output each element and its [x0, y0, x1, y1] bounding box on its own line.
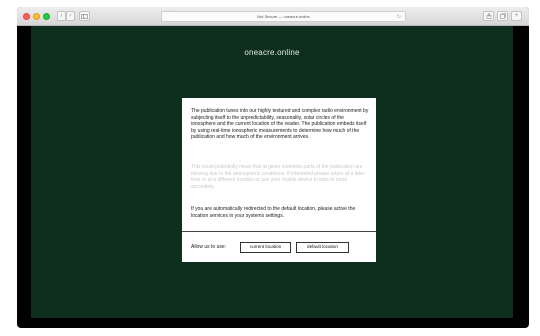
tabs-icon — [499, 13, 506, 19]
forward-button[interactable]: › — [66, 11, 75, 21]
divider — [182, 231, 376, 232]
tabs-overview-button[interactable] — [497, 11, 508, 21]
chevron-left-icon: ‹ — [60, 13, 63, 19]
browser-window: ‹ › ◐ Not Secure — oneacre.online ↻ + on… — [17, 7, 529, 328]
plus-icon: + — [514, 13, 519, 19]
site-title: oneacre.online — [244, 48, 300, 57]
sidebar-icon — [81, 13, 88, 19]
minimize-window-button[interactable] — [33, 13, 40, 20]
share-button[interactable] — [483, 11, 494, 21]
default-location-button[interactable]: default location — [296, 242, 349, 253]
address-text: Not Secure — oneacre.online — [257, 14, 310, 19]
share-icon — [486, 13, 491, 19]
new-tab-button[interactable]: + — [511, 11, 522, 21]
web-page: oneacre.online The publication tunes int… — [31, 26, 513, 318]
location-dialog: The publication tunes into our highly te… — [182, 98, 376, 262]
back-button[interactable]: ‹ — [57, 11, 66, 21]
conditions-paragraph: This could potentially mean that at give… — [191, 164, 365, 190]
chevron-right-icon: › — [69, 13, 72, 19]
allow-label: Allow us to use: — [191, 244, 227, 250]
close-window-button[interactable] — [23, 13, 30, 20]
intro-paragraph: The publication tunes into our highly te… — [191, 108, 369, 141]
sidebar-button[interactable] — [79, 11, 90, 21]
current-location-button[interactable]: current location — [240, 242, 291, 253]
redirect-paragraph: If you are automatically redirected to t… — [191, 206, 356, 219]
zoom-window-button[interactable] — [43, 13, 50, 20]
browser-toolbar: ‹ › ◐ Not Secure — oneacre.online ↻ + — [17, 7, 529, 26]
reload-icon[interactable]: ↻ — [397, 13, 401, 21]
address-bar[interactable]: Not Secure — oneacre.online ↻ — [161, 11, 406, 22]
